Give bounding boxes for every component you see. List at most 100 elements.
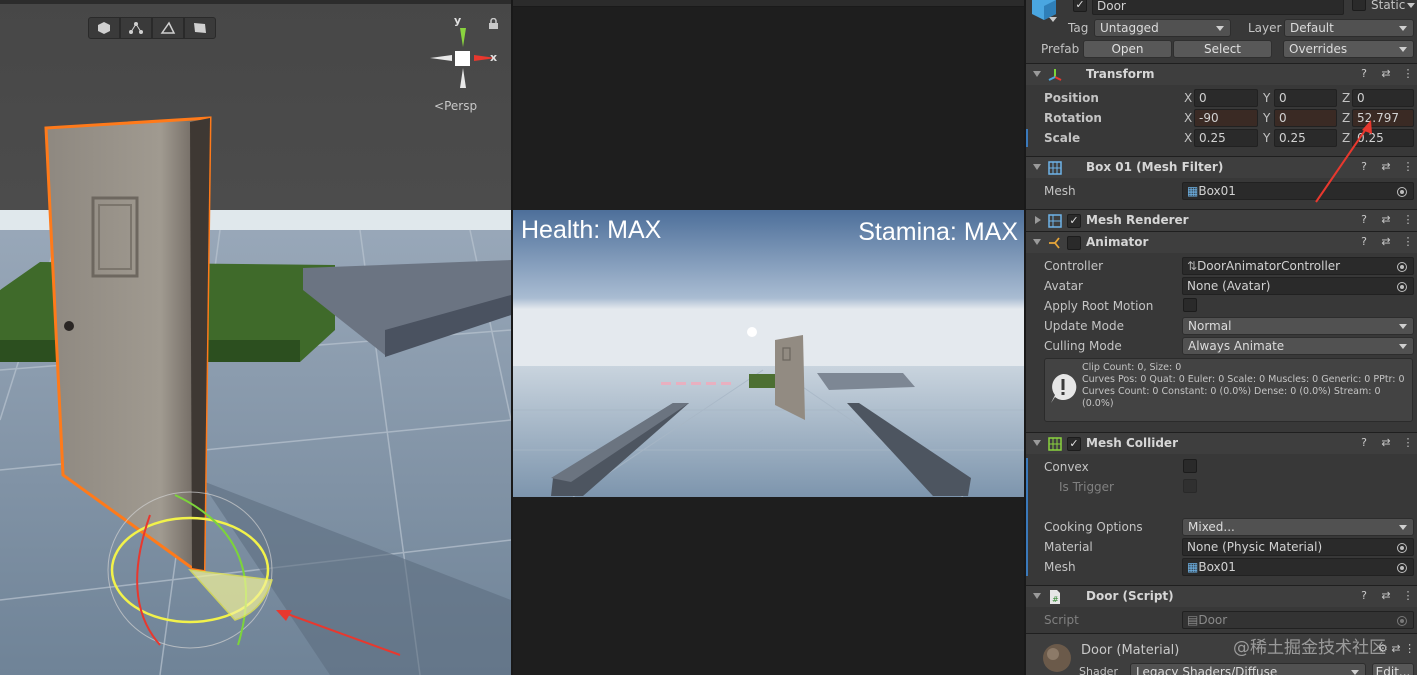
convex-checkbox[interactable] (1183, 459, 1197, 473)
help-icon[interactable]: ? (1357, 213, 1371, 227)
help-icon[interactable]: ? (1357, 436, 1371, 450)
fold-arrow-icon[interactable] (1033, 71, 1041, 77)
gizmo-y-label: y (454, 14, 462, 27)
rot-x-axis-label: X (1184, 111, 1193, 125)
static-checkbox[interactable] (1352, 0, 1366, 11)
material-sphere-icon (1043, 644, 1071, 672)
object-picker-icon[interactable] (1397, 187, 1407, 197)
layer-dropdown[interactable]: Default (1284, 19, 1414, 37)
mesh-filter-mesh-label: Mesh (1044, 184, 1076, 198)
scale-y-axis-label: Y (1263, 131, 1271, 145)
static-label: Static (1371, 0, 1406, 12)
rot-x-field[interactable]: -90 (1194, 109, 1258, 127)
fold-arrow-icon[interactable] (1033, 440, 1041, 446)
mesh-collider-enabled-checkbox[interactable]: ✓ (1067, 437, 1081, 451)
controller-field[interactable]: ⇅DoorAnimatorController (1182, 257, 1414, 275)
scene-toolbar-strip (0, 0, 511, 4)
vertex-tool-icon[interactable] (120, 17, 152, 39)
prefab-select-button[interactable]: Select (1173, 40, 1272, 58)
rotation-label: Rotation (1044, 111, 1102, 125)
game-viewport[interactable]: Health: MAX Stamina: MAX (513, 210, 1024, 497)
help-icon[interactable]: ? (1357, 235, 1371, 249)
tag-dropdown[interactable]: Untagged (1094, 19, 1231, 37)
shader-value: Legacy Shaders/Diffuse (1136, 665, 1278, 675)
object-picker-icon (1397, 616, 1407, 626)
animator-enabled-checkbox[interactable] (1067, 236, 1081, 250)
transform-header[interactable]: Transform ? ⇄ ⋮ (1026, 63, 1417, 85)
preset-icon[interactable]: ⇄ (1379, 160, 1393, 174)
material-field[interactable]: None (Physic Material) (1182, 538, 1414, 556)
layer-value: Default (1290, 21, 1334, 35)
menu-kebab-icon[interactable]: ⋮ (1401, 436, 1415, 450)
object-picker-icon[interactable] (1397, 282, 1407, 292)
mesh-renderer-enabled-checkbox[interactable]: ✓ (1067, 214, 1081, 228)
menu-kebab-icon[interactable]: ⋮ (1401, 160, 1415, 174)
avatar-value: None (Avatar) (1187, 279, 1271, 293)
persp-toggle[interactable]: <Persp (434, 99, 477, 113)
info-line: Curves Pos: 0 Quat: 0 Euler: 0 Scale: 0 … (1082, 374, 1405, 385)
cooking-options-dropdown[interactable]: Mixed... (1182, 518, 1414, 536)
persp-label: Persp (444, 99, 478, 113)
mesh-collider-header[interactable]: ✓ Mesh Collider ? ⇄ ⋮ (1026, 432, 1417, 454)
prefab-open-button[interactable]: Open (1083, 40, 1172, 58)
script-asset-icon: ▤ (1187, 613, 1199, 627)
mesh-filter-mesh-field[interactable]: ▦Box01 (1182, 182, 1414, 200)
fold-arrow-icon[interactable] (1035, 216, 1041, 224)
preset-icon[interactable]: ⇄ (1379, 436, 1393, 450)
preset-icon[interactable]: ⇄ (1379, 589, 1393, 603)
prefab-label: Prefab (1041, 42, 1080, 56)
icon-dropdown-arrow-icon[interactable] (1049, 17, 1057, 22)
fold-arrow-icon[interactable] (1033, 164, 1041, 170)
scale-x-field[interactable]: 0.25 (1194, 129, 1258, 147)
fold-arrow-icon[interactable] (1033, 593, 1041, 599)
collider-mesh-field[interactable]: ▦Box01 (1182, 558, 1414, 576)
help-icon[interactable]: ? (1357, 67, 1371, 81)
collider-mesh-value: Box01 (1198, 560, 1236, 574)
animator-info-text: Clip Count: 0, Size: 0 Curves Pos: 0 Qua… (1082, 362, 1405, 410)
active-checkbox[interactable]: ✓ (1073, 0, 1087, 12)
menu-kebab-icon[interactable]: ⋮ (1401, 235, 1415, 249)
help-icon[interactable]: ? (1357, 589, 1371, 603)
preset-icon[interactable]: ⇄ (1379, 235, 1393, 249)
pos-x-field[interactable]: 0 (1194, 89, 1258, 107)
scale-x-axis-label: X (1184, 131, 1193, 145)
edge-tool-icon[interactable] (152, 17, 184, 39)
object-name-field[interactable]: Door (1092, 0, 1344, 15)
fold-arrow-icon[interactable] (1033, 239, 1041, 245)
object-picker-icon[interactable] (1397, 262, 1407, 272)
apply-root-motion-checkbox[interactable] (1183, 298, 1197, 312)
avatar-field[interactable]: None (Avatar) (1182, 277, 1414, 295)
menu-kebab-icon[interactable]: ⋮ (1401, 67, 1415, 81)
update-mode-dropdown[interactable]: Normal (1182, 317, 1414, 335)
preset-icon[interactable]: ⇄ (1379, 213, 1393, 227)
menu-kebab-icon[interactable]: ⋮ (1401, 213, 1415, 227)
update-mode-label: Update Mode (1044, 319, 1124, 333)
pos-y-field[interactable]: 0 (1274, 89, 1337, 107)
scene-view[interactable]: y x <Persp (0, 0, 511, 675)
object-picker-icon[interactable] (1397, 563, 1407, 573)
pos-z-field[interactable]: 0 (1352, 89, 1414, 107)
mesh-renderer-header[interactable]: ✓ Mesh Renderer ? ⇄ ⋮ (1026, 209, 1417, 231)
menu-kebab-icon[interactable]: ⋮ (1401, 589, 1415, 603)
inspector-panel: ✓ Door Static Tag Untagged Layer Default… (1024, 0, 1417, 675)
tag-value: Untagged (1100, 21, 1159, 35)
is-trigger-checkbox[interactable] (1183, 479, 1197, 493)
info-line: Curves Count: 0 Constant: 0 (0.0%) Dense… (1082, 386, 1381, 397)
door-script-header[interactable]: # Door (Script) ? ⇄ ⋮ (1026, 585, 1417, 607)
culling-mode-dropdown[interactable]: Always Animate (1182, 337, 1414, 355)
animator-icon (1049, 237, 1060, 249)
material-title: Door (Material) (1081, 643, 1180, 658)
prefab-overrides-label: Overrides (1289, 42, 1348, 56)
prefab-overrides-dropdown[interactable]: Overrides (1283, 40, 1414, 58)
shader-edit-button[interactable]: Edit... (1372, 663, 1414, 675)
shader-dropdown[interactable]: Legacy Shaders/Diffuse (1130, 663, 1366, 675)
transform-title: Transform (1086, 67, 1155, 81)
cube-tool-icon[interactable] (88, 17, 120, 39)
apply-root-motion-label: Apply Root Motion (1044, 299, 1154, 313)
object-picker-icon[interactable] (1397, 543, 1407, 553)
static-dropdown-arrow-icon[interactable] (1407, 3, 1415, 8)
rot-y-axis-label: Y (1263, 111, 1271, 125)
animator-header[interactable]: Animator ? ⇄ ⋮ (1026, 231, 1417, 253)
face-tool-icon[interactable] (184, 17, 216, 39)
preset-icon[interactable]: ⇄ (1379, 67, 1393, 81)
